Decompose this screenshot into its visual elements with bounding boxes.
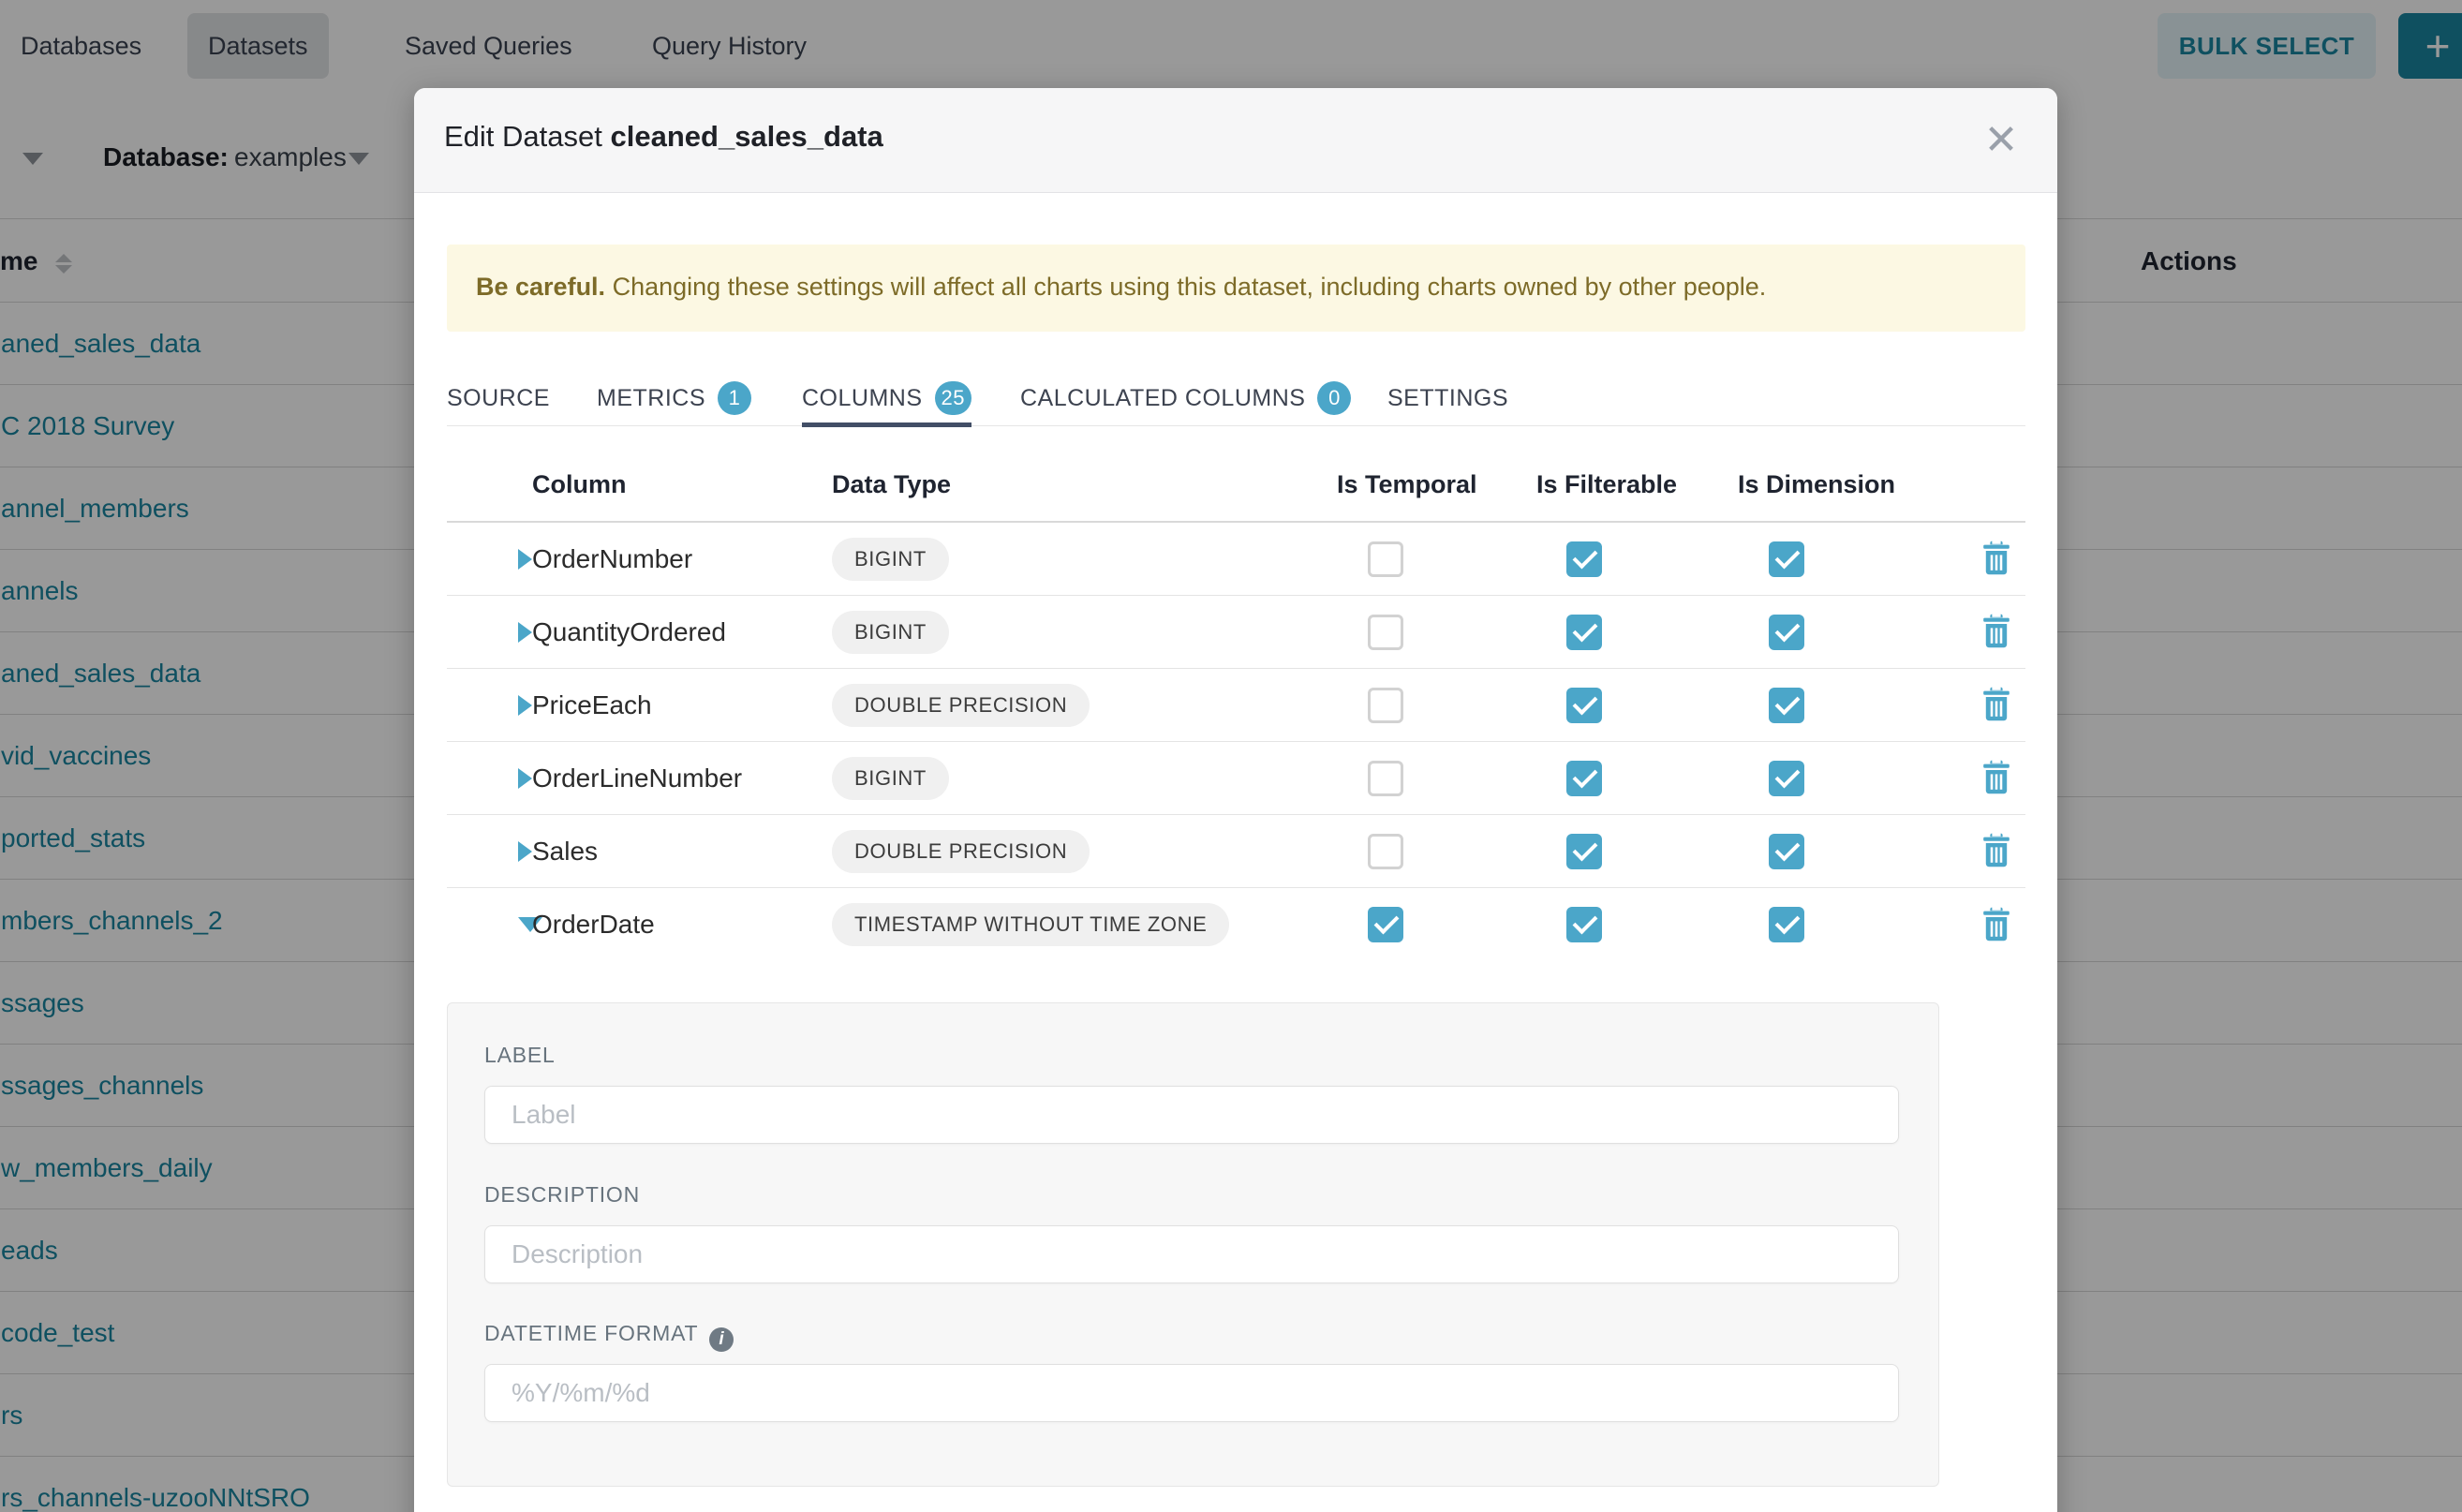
is-temporal-checkbox[interactable] [1368,761,1403,796]
is-filterable-checkbox[interactable] [1566,541,1602,577]
modal-tabs: SOURCE METRICS1 COLUMNS25 CALCULATED COL… [447,370,2025,426]
data-type-pill: DOUBLE PRECISION [832,684,1090,727]
column-row: OrderLineNumber BIGINT [447,742,2025,815]
data-type-pill: TIMESTAMP WITHOUT TIME ZONE [832,903,1229,946]
data-type-pill: DOUBLE PRECISION [832,830,1090,873]
description-input[interactable] [484,1225,1899,1283]
expand-caret-icon[interactable] [518,695,532,716]
column-row: Sales DOUBLE PRECISION [447,815,2025,888]
data-type-pill: BIGINT [832,611,949,654]
is-filterable-checkbox[interactable] [1566,834,1602,869]
is-dimension-checkbox[interactable] [1769,907,1804,942]
is-temporal-checkbox[interactable] [1368,688,1403,723]
is-filterable-checkbox[interactable] [1566,615,1602,650]
tab-source[interactable]: SOURCE [447,370,550,426]
is-dimension-checkbox[interactable] [1769,541,1804,577]
modal-header: Edit Dataset cleaned_sales_data ✕ [414,88,2057,193]
warning-text: Changing these settings will affect all … [605,273,1766,301]
header-is-temporal: Is Temporal [1337,470,1477,499]
is-dimension-checkbox[interactable] [1769,834,1804,869]
column-name: PriceEach [532,690,652,720]
tab-badge: 0 [1317,381,1351,415]
column-row: OrderDate TIMESTAMP WITHOUT TIME ZONE [447,888,2025,961]
trash-icon [1980,540,2012,575]
header-is-dimension: Is Dimension [1738,470,1895,499]
delete-column-button[interactable] [1978,539,2015,580]
trash-icon [1980,613,2012,648]
dataset-name: cleaned_sales_data [611,120,883,153]
is-filterable-checkbox[interactable] [1566,907,1602,942]
delete-column-button[interactable] [1978,904,2015,945]
is-temporal-checkbox[interactable] [1368,615,1403,650]
column-detail-panel: LABEL DESCRIPTION DATETIME FORMATi [447,1002,1939,1487]
tab-badge: 1 [718,381,751,415]
tab-badge: 25 [935,381,971,415]
trash-icon [1980,906,2012,941]
column-row: QuantityOrdered BIGINT [447,596,2025,669]
warning-bold-text: Be careful. [476,273,605,301]
description-field-label: DESCRIPTION [484,1182,640,1208]
header-column: Column [532,470,627,499]
tab-columns[interactable]: COLUMNS25 [802,370,971,426]
trash-icon [1980,832,2012,867]
is-temporal-checkbox[interactable] [1368,541,1403,577]
close-icon[interactable]: ✕ [1973,112,2029,169]
delete-column-button[interactable] [1978,758,2015,799]
is-dimension-checkbox[interactable] [1769,761,1804,796]
trash-icon [1980,686,2012,721]
header-is-filterable: Is Filterable [1536,470,1677,499]
tab-metrics[interactable]: METRICS1 [597,370,751,426]
delete-column-button[interactable] [1978,685,2015,726]
label-field-label: LABEL [484,1043,556,1068]
tab-settings[interactable]: SETTINGS [1387,370,1508,426]
column-name: QuantityOrdered [532,617,726,647]
data-type-pill: BIGINT [832,538,949,581]
delete-column-button[interactable] [1978,831,2015,872]
column-name: OrderDate [532,910,655,940]
datetime-format-input[interactable] [484,1364,1899,1422]
info-icon[interactable]: i [709,1327,734,1352]
delete-column-button[interactable] [1978,612,2015,653]
expand-caret-icon[interactable] [518,622,532,643]
tab-calculated-columns[interactable]: CALCULATED COLUMNS0 [1020,370,1351,426]
data-type-pill: BIGINT [832,757,949,800]
expand-caret-icon[interactable] [518,549,532,570]
header-data-type: Data Type [832,470,951,499]
is-temporal-checkbox[interactable] [1368,907,1403,942]
expand-caret-icon[interactable] [518,841,532,862]
column-name: Sales [532,837,598,867]
warning-banner: Be careful. Changing these settings will… [447,245,2025,332]
is-dimension-checkbox[interactable] [1769,688,1804,723]
is-filterable-checkbox[interactable] [1566,688,1602,723]
modal-title: Edit Dataset cleaned_sales_data [444,120,883,154]
column-name: OrderLineNumber [532,763,742,793]
column-row: PriceEach DOUBLE PRECISION [447,669,2025,742]
column-name: OrderNumber [532,544,692,574]
is-temporal-checkbox[interactable] [1368,834,1403,869]
is-dimension-checkbox[interactable] [1769,615,1804,650]
trash-icon [1980,759,2012,794]
columns-table-header: Column Data Type Is Temporal Is Filterab… [414,457,2057,521]
datetime-format-field-label: DATETIME FORMATi [484,1321,734,1352]
edit-dataset-modal: Edit Dataset cleaned_sales_data ✕ Be car… [414,88,2057,1512]
columns-table-body: OrderNumber BIGINT QuantityOrdered BIGIN… [447,523,2025,961]
column-row: OrderNumber BIGINT [447,523,2025,596]
label-input[interactable] [484,1086,1899,1144]
expand-caret-icon[interactable] [518,768,532,789]
is-filterable-checkbox[interactable] [1566,761,1602,796]
